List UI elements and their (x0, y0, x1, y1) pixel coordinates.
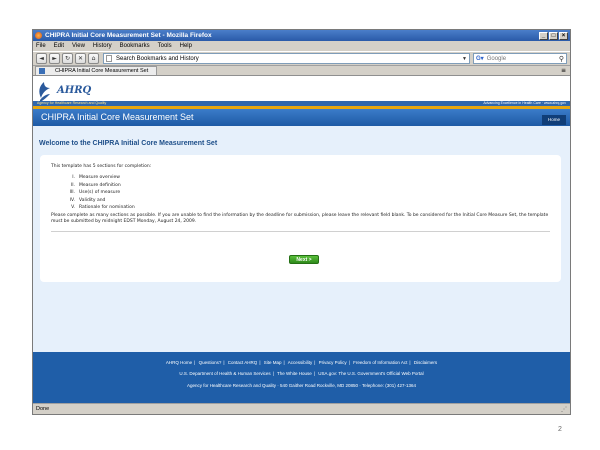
home-link-button[interactable]: Home (542, 115, 566, 125)
list-item: III. Use(s) of measure (69, 190, 121, 195)
navigation-toolbar: ◄ ► ↻ ✕ ⌂ Search Bookmarks and History ▼… (33, 51, 570, 66)
page-viewport: AHRQ Agency for Healthcare Research and … (33, 76, 570, 404)
tab-bar: CHIPRA Initial Core Measurement Set ≡ (33, 66, 570, 76)
menu-bookmarks[interactable]: Bookmarks (120, 43, 150, 49)
minimize-button[interactable]: _ (539, 31, 548, 40)
footer-link-questions[interactable]: Questions? (199, 360, 222, 365)
footer-links-primary: AHRQ Home | Questions? | Contact AHRQ | Sit… (165, 360, 438, 365)
menu-help[interactable]: Help (180, 43, 192, 49)
footer-link-accessibility[interactable]: Accessibility (288, 360, 313, 365)
address-input[interactable]: Search Bookmarks and History (116, 56, 462, 62)
list-item: IV. Validity and (69, 197, 106, 203)
back-button[interactable]: ◄ (36, 53, 47, 64)
sections-list: I. Measure overview II. Measure definition… (63, 175, 550, 210)
page-icon (106, 55, 112, 62)
title-bar: CHIPRA Initial Core Measurement Set - Mo… (33, 30, 570, 41)
menu-edit[interactable]: Edit (54, 43, 64, 49)
home-button[interactable]: ⌂ (88, 53, 99, 64)
instructions-text: Please complete as many sections as poss… (51, 213, 550, 232)
list-item: V. Rationale for nomination (71, 205, 135, 210)
dropdown-arrow-icon[interactable]: ▼ (462, 56, 467, 62)
next-button[interactable]: Next > (289, 255, 319, 264)
status-text: Done (36, 406, 50, 412)
list-item: II. Measure definition (70, 182, 121, 188)
welcome-heading: Welcome to the CHIPRA Initial Core Measu… (39, 140, 218, 147)
ahrq-logo[interactable]: AHRQ (57, 85, 91, 96)
firefox-icon (35, 32, 42, 39)
stop-button[interactable]: ✕ (75, 53, 86, 64)
footer-link-contact[interactable]: Contact AHRQ (228, 360, 258, 365)
reload-button[interactable]: ↻ (62, 53, 73, 64)
resize-grip-icon[interactable]: ⋰ (561, 405, 567, 414)
browser-window: CHIPRA Initial Core Measurement Set - Mo… (32, 29, 571, 415)
close-button[interactable]: × (559, 31, 568, 40)
footer-address: Agency for Healthcare Research and Quali… (186, 383, 417, 388)
page-title: CHIPRA Initial Core Measurement Set (41, 112, 194, 122)
window-title: CHIPRA Initial Core Measurement Set - Mo… (45, 32, 212, 39)
tab-favicon (39, 68, 45, 74)
menu-bar: File Edit View History Bookmarks Tools H… (33, 41, 570, 51)
footer-link-privacy[interactable]: Privacy Policy (319, 360, 347, 365)
forward-button[interactable]: ► (49, 53, 60, 64)
page-title-bar: CHIPRA Initial Core Measurement Set Home (33, 109, 570, 126)
footer-link-hhs[interactable]: U.S. Department of Health & Human Servic… (179, 371, 270, 376)
menu-tools[interactable]: Tools (158, 43, 172, 49)
footer-links-secondary: U.S. Department of Health & Human Servic… (179, 371, 424, 376)
slide-number: 2 (558, 426, 562, 433)
tab-list-icon[interactable]: ≡ (561, 67, 566, 74)
tab-label: CHIPRA Initial Core Measurement Set (55, 68, 149, 74)
search-input[interactable]: Google (487, 56, 559, 62)
site-footer: AHRQ Home | Questions? | Contact AHRQ | Sit… (33, 352, 570, 404)
menu-file[interactable]: File (36, 43, 46, 49)
site-header: AHRQ Agency for Healthcare Research and … (33, 76, 570, 109)
footer-link-usa-gov[interactable]: USA.gov: The U.S. Government's Official … (318, 371, 423, 376)
status-bar: Done ⋰ (33, 403, 570, 414)
search-icon[interactable]: ⚲ (559, 55, 564, 63)
menu-view[interactable]: View (72, 43, 85, 49)
intro-text: This template has 5 sections for complet… (51, 164, 152, 169)
list-item: I. Measure overview (72, 175, 120, 180)
maximize-button[interactable]: □ (549, 31, 558, 40)
agency-tagline: Agency for Healthcare Research and Quali… (37, 101, 107, 105)
footer-link-foia[interactable]: Freedom of Information Act (353, 360, 407, 365)
footer-link-disclaimers[interactable]: Disclaimers (414, 360, 437, 365)
header-strip: Agency for Healthcare Research and Quali… (33, 101, 570, 106)
footer-link-white-house[interactable]: The White House (277, 371, 312, 376)
footer-link-site-map[interactable]: Site Map (264, 360, 282, 365)
footer-link-ahrq-home[interactable]: AHRQ Home (166, 360, 192, 365)
tab-chipra[interactable]: CHIPRA Initial Core Measurement Set (35, 66, 157, 75)
menu-history[interactable]: History (93, 43, 112, 49)
excellence-tagline[interactable]: Advancing Excellence in Health Care · ww… (483, 101, 566, 106)
content-panel: This template has 5 sections for complet… (40, 155, 561, 282)
address-bar[interactable]: Search Bookmarks and History ▼ (103, 53, 470, 64)
search-box[interactable]: G▾ Google ⚲ (473, 53, 567, 64)
google-icon[interactable]: G▾ (476, 55, 484, 62)
